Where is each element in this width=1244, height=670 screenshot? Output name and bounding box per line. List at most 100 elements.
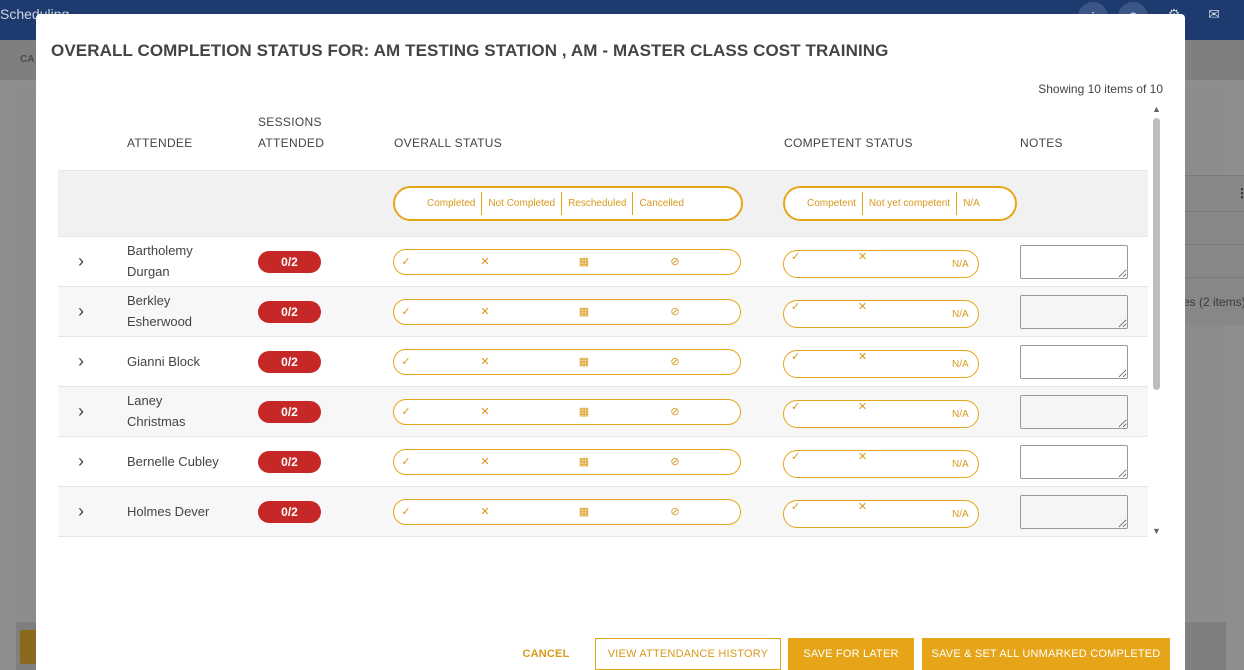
background-text: es (2 items) <box>1183 295 1244 309</box>
competent-status-selector: ✓ ✕ N/A <box>783 400 979 428</box>
column-header-notes: NOTES <box>1020 136 1063 150</box>
kebab-icon: ⋮ <box>1236 186 1244 200</box>
competent-status-selector: ✓ ✕ N/A <box>783 450 979 478</box>
not-yet-competent-cross-icon[interactable]: ✕ <box>858 300 867 314</box>
sessions-badge: 0/2 <box>258 451 321 473</box>
not-yet-competent-cross-icon[interactable]: ✕ <box>858 500 867 514</box>
items-count: Showing 10 items of 10 <box>1038 82 1163 96</box>
completed-check-icon[interactable]: ✓ <box>399 404 413 420</box>
completed-check-icon[interactable]: ✓ <box>399 504 413 520</box>
cancelled-ban-icon[interactable]: ⊘ <box>668 304 682 320</box>
background-divider <box>1185 277 1244 278</box>
table-scrollbar[interactable]: ▲ ▼ <box>1152 104 1162 540</box>
not-completed-cross-icon[interactable]: ✕ <box>478 254 492 270</box>
completion-status-modal: OVERALL COMPLETION STATUS FOR: AM TESTIN… <box>36 14 1185 670</box>
sessions-badge: 0/2 <box>258 501 321 523</box>
scroll-down-arrow-icon[interactable]: ▼ <box>1152 526 1161 536</box>
column-header-sessions-line1: SESSIONS <box>258 115 322 129</box>
cancel-button[interactable]: CANCEL <box>514 638 578 670</box>
attendee-name-line1: Bernelle Cubley <box>127 454 219 469</box>
notes-textarea[interactable] <box>1020 295 1128 329</box>
not-completed-cross-icon[interactable]: ✕ <box>478 304 492 320</box>
not-yet-competent-cross-icon[interactable]: ✕ <box>858 250 867 264</box>
table-row: › Holmes Dever 0/2 ✓ ✕ ▦ ⊘ ✓ ✕ N/A <box>58 487 1148 537</box>
breadcrumb: CA <box>20 54 35 65</box>
attendee-name-line1: Bartholemy <box>127 243 193 258</box>
notes-textarea[interactable] <box>1020 245 1128 279</box>
not-yet-competent-cross-icon[interactable]: ✕ <box>858 400 867 414</box>
rescheduled-calendar-icon[interactable]: ▦ <box>577 404 591 420</box>
not-yet-competent-cross-icon[interactable]: ✕ <box>858 450 867 464</box>
competent-na-option[interactable]: N/A <box>952 458 969 472</box>
expand-chevron-icon[interactable]: › <box>78 401 92 421</box>
legend-not-completed[interactable]: Not Completed <box>482 192 563 215</box>
competent-check-icon[interactable]: ✓ <box>791 300 800 314</box>
legend-cancelled[interactable]: Cancelled <box>633 192 689 215</box>
background-divider <box>1185 244 1244 245</box>
not-completed-cross-icon[interactable]: ✕ <box>478 354 492 370</box>
overall-status-legend: Completed Not Completed Rescheduled Canc… <box>393 186 743 221</box>
rescheduled-calendar-icon[interactable]: ▦ <box>577 354 591 370</box>
not-completed-cross-icon[interactable]: ✕ <box>478 504 492 520</box>
competent-check-icon[interactable]: ✓ <box>791 450 800 464</box>
rescheduled-calendar-icon[interactable]: ▦ <box>577 304 591 320</box>
notes-textarea[interactable] <box>1020 345 1128 379</box>
competent-na-option[interactable]: N/A <box>952 408 969 422</box>
completed-check-icon[interactable]: ✓ <box>399 454 413 470</box>
competent-na-option[interactable]: N/A <box>952 308 969 322</box>
save-and-set-all-completed-button[interactable]: SAVE & SET ALL UNMARKED COMPLETED <box>922 638 1170 670</box>
notes-textarea[interactable] <box>1020 395 1128 429</box>
save-for-later-button[interactable]: SAVE FOR LATER <box>788 638 914 670</box>
competent-na-option[interactable]: N/A <box>952 508 969 522</box>
competent-na-option[interactable]: N/A <box>952 358 969 372</box>
cancelled-ban-icon[interactable]: ⊘ <box>668 404 682 420</box>
expand-chevron-icon[interactable]: › <box>78 451 92 471</box>
competent-na-option[interactable]: N/A <box>952 258 969 272</box>
expand-chevron-icon[interactable]: › <box>78 251 92 271</box>
background-divider <box>1185 211 1244 212</box>
competent-check-icon[interactable]: ✓ <box>791 400 800 414</box>
competent-status-selector: ✓ ✕ N/A <box>783 250 979 278</box>
view-attendance-history-button[interactable]: VIEW ATTENDANCE HISTORY <box>595 638 781 670</box>
completed-check-icon[interactable]: ✓ <box>399 354 413 370</box>
attendee-name-line1: Gianni Block <box>127 354 200 369</box>
competent-check-icon[interactable]: ✓ <box>791 250 800 264</box>
rescheduled-calendar-icon[interactable]: ▦ <box>577 454 591 470</box>
completed-check-icon[interactable]: ✓ <box>399 254 413 270</box>
overall-status-selector: ✓ ✕ ▦ ⊘ <box>393 449 741 475</box>
attendee-name: Bartholemy Durgan <box>127 240 237 282</box>
not-completed-cross-icon[interactable]: ✕ <box>478 454 492 470</box>
column-header-overall-status: OVERALL STATUS <box>394 136 503 150</box>
scrollbar-thumb[interactable] <box>1153 118 1160 390</box>
competent-check-icon[interactable]: ✓ <box>791 350 800 364</box>
notes-textarea[interactable] <box>1020 495 1128 529</box>
cancelled-ban-icon[interactable]: ⊘ <box>668 454 682 470</box>
cancelled-ban-icon[interactable]: ⊘ <box>668 254 682 270</box>
competent-status-selector: ✓ ✕ N/A <box>783 500 979 528</box>
not-yet-competent-cross-icon[interactable]: ✕ <box>858 350 867 364</box>
legend-not-yet-competent[interactable]: Not yet competent <box>863 192 958 215</box>
expand-chevron-icon[interactable]: › <box>78 301 92 321</box>
legend-completed[interactable]: Completed <box>421 192 483 215</box>
legend-competent[interactable]: Competent <box>801 192 863 215</box>
notes-textarea[interactable] <box>1020 445 1128 479</box>
not-completed-cross-icon[interactable]: ✕ <box>478 404 492 420</box>
completed-check-icon[interactable]: ✓ <box>399 304 413 320</box>
rescheduled-calendar-icon[interactable]: ▦ <box>577 254 591 270</box>
attendee-name-line2: Christmas <box>127 414 186 429</box>
sessions-badge: 0/2 <box>258 351 321 373</box>
cancelled-ban-icon[interactable]: ⊘ <box>668 354 682 370</box>
competent-status-selector: ✓ ✕ N/A <box>783 300 979 328</box>
attendee-name-line1: Laney <box>127 393 163 408</box>
legend-rescheduled[interactable]: Rescheduled <box>562 192 634 215</box>
scroll-up-arrow-icon[interactable]: ▲ <box>1152 104 1161 114</box>
mail-icon[interactable]: ✉ <box>1204 6 1224 23</box>
expand-chevron-icon[interactable]: › <box>78 501 92 521</box>
legend-na[interactable]: N/A <box>957 192 986 215</box>
competent-check-icon[interactable]: ✓ <box>791 500 800 514</box>
expand-chevron-icon[interactable]: › <box>78 351 92 371</box>
overall-status-selector: ✓ ✕ ▦ ⊘ <box>393 249 741 275</box>
cancelled-ban-icon[interactable]: ⊘ <box>668 504 682 520</box>
rescheduled-calendar-icon[interactable]: ▦ <box>577 504 591 520</box>
sessions-badge: 0/2 <box>258 401 321 423</box>
